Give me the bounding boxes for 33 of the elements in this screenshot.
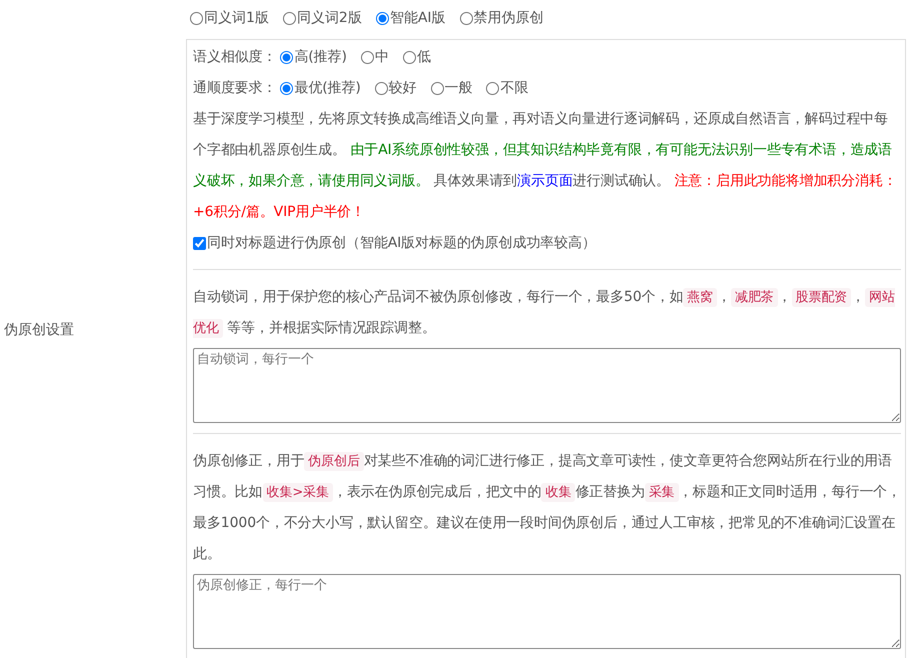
radio-button[interactable] [282,12,296,24]
option-label: 最优(推荐) [294,78,361,98]
option-label: 中 [374,48,389,66]
option-label: 一般 [444,78,472,98]
lock-words-description: 自动锁词，用于保护您的核心产品词不被伪原创修改，每行一个，最多50个，如 燕窝 ， 减肥茶 ， 股票配资 ， 网站优化 等等，并根据实际情况跟踪调整。 [193,286,896,340]
option-label: 禁用伪原创 [474,9,544,28]
radio-button[interactable] [486,82,500,94]
radio-button[interactable] [402,50,416,64]
option-label: 智能AI版 [390,9,446,28]
checkbox-label: 同时对标题进行伪原创（智能AI版对标题的伪原创成功率较高） [207,234,596,252]
correction-description: 伪原创修正，用于 伪原创后 对某些不准确的词汇进行修正，提高文章可读性，使文章更符合您网站所在行业的用语习惯。比如 收集>采集 ，表示在伪原创完成后，把文中的 收集 修正替换为 采集 ，标题和正文同时适用，每行一个，最多1000个，不分大小写，默认留空。建议在使用一段时间伪原创后，通过人工审核，把常见的不准确词汇设置在此。 [193,450,901,564]
ai-description: 基于深度学习模型，先将原文转换成高维语义向量，再对语义向量进行逐词解码，还原成自然语言，解码过程中每个字都由机器原创生成。 由于AI系统原创性较强，但其知识结构毕竟有限，有可能无法识别一些专有术语，造成语义破坏，如果介意，请使用同义词版。 具体效果请到演示页面进行测试确认。 注意：启用此功能将增加积分消耗：+6积分/篇。VIP用户半价！ [193,110,898,222]
radio-button[interactable] [374,82,388,94]
option-label: 高(推荐) [294,48,347,66]
option-label: 不限 [500,78,528,98]
radio-button[interactable] [430,82,444,94]
field-label: 语义相似度： [193,48,276,66]
radio-button[interactable] [280,50,294,64]
radio-button[interactable] [280,82,294,94]
field-label: 通顺度要求： [193,78,276,98]
radio-button[interactable] [190,12,203,24]
lock-words-field[interactable]: 自动锁词，每行一个 [193,348,901,422]
option-label: 低 [416,48,431,66]
option-label: 同义词1版 [204,9,269,28]
radio-button[interactable] [360,50,374,64]
correction-field[interactable]: 伪原创修正，每行一个 [193,574,901,648]
demo-page-link[interactable]: 演示页面 [517,172,573,188]
checkbox[interactable] [193,236,206,250]
option-label: 较好 [388,78,417,98]
section-label: 伪原创设置 [3,321,74,340]
radio-button[interactable] [376,12,389,24]
option-label: 同义词2版 [296,9,362,28]
radio-button[interactable] [460,12,473,24]
